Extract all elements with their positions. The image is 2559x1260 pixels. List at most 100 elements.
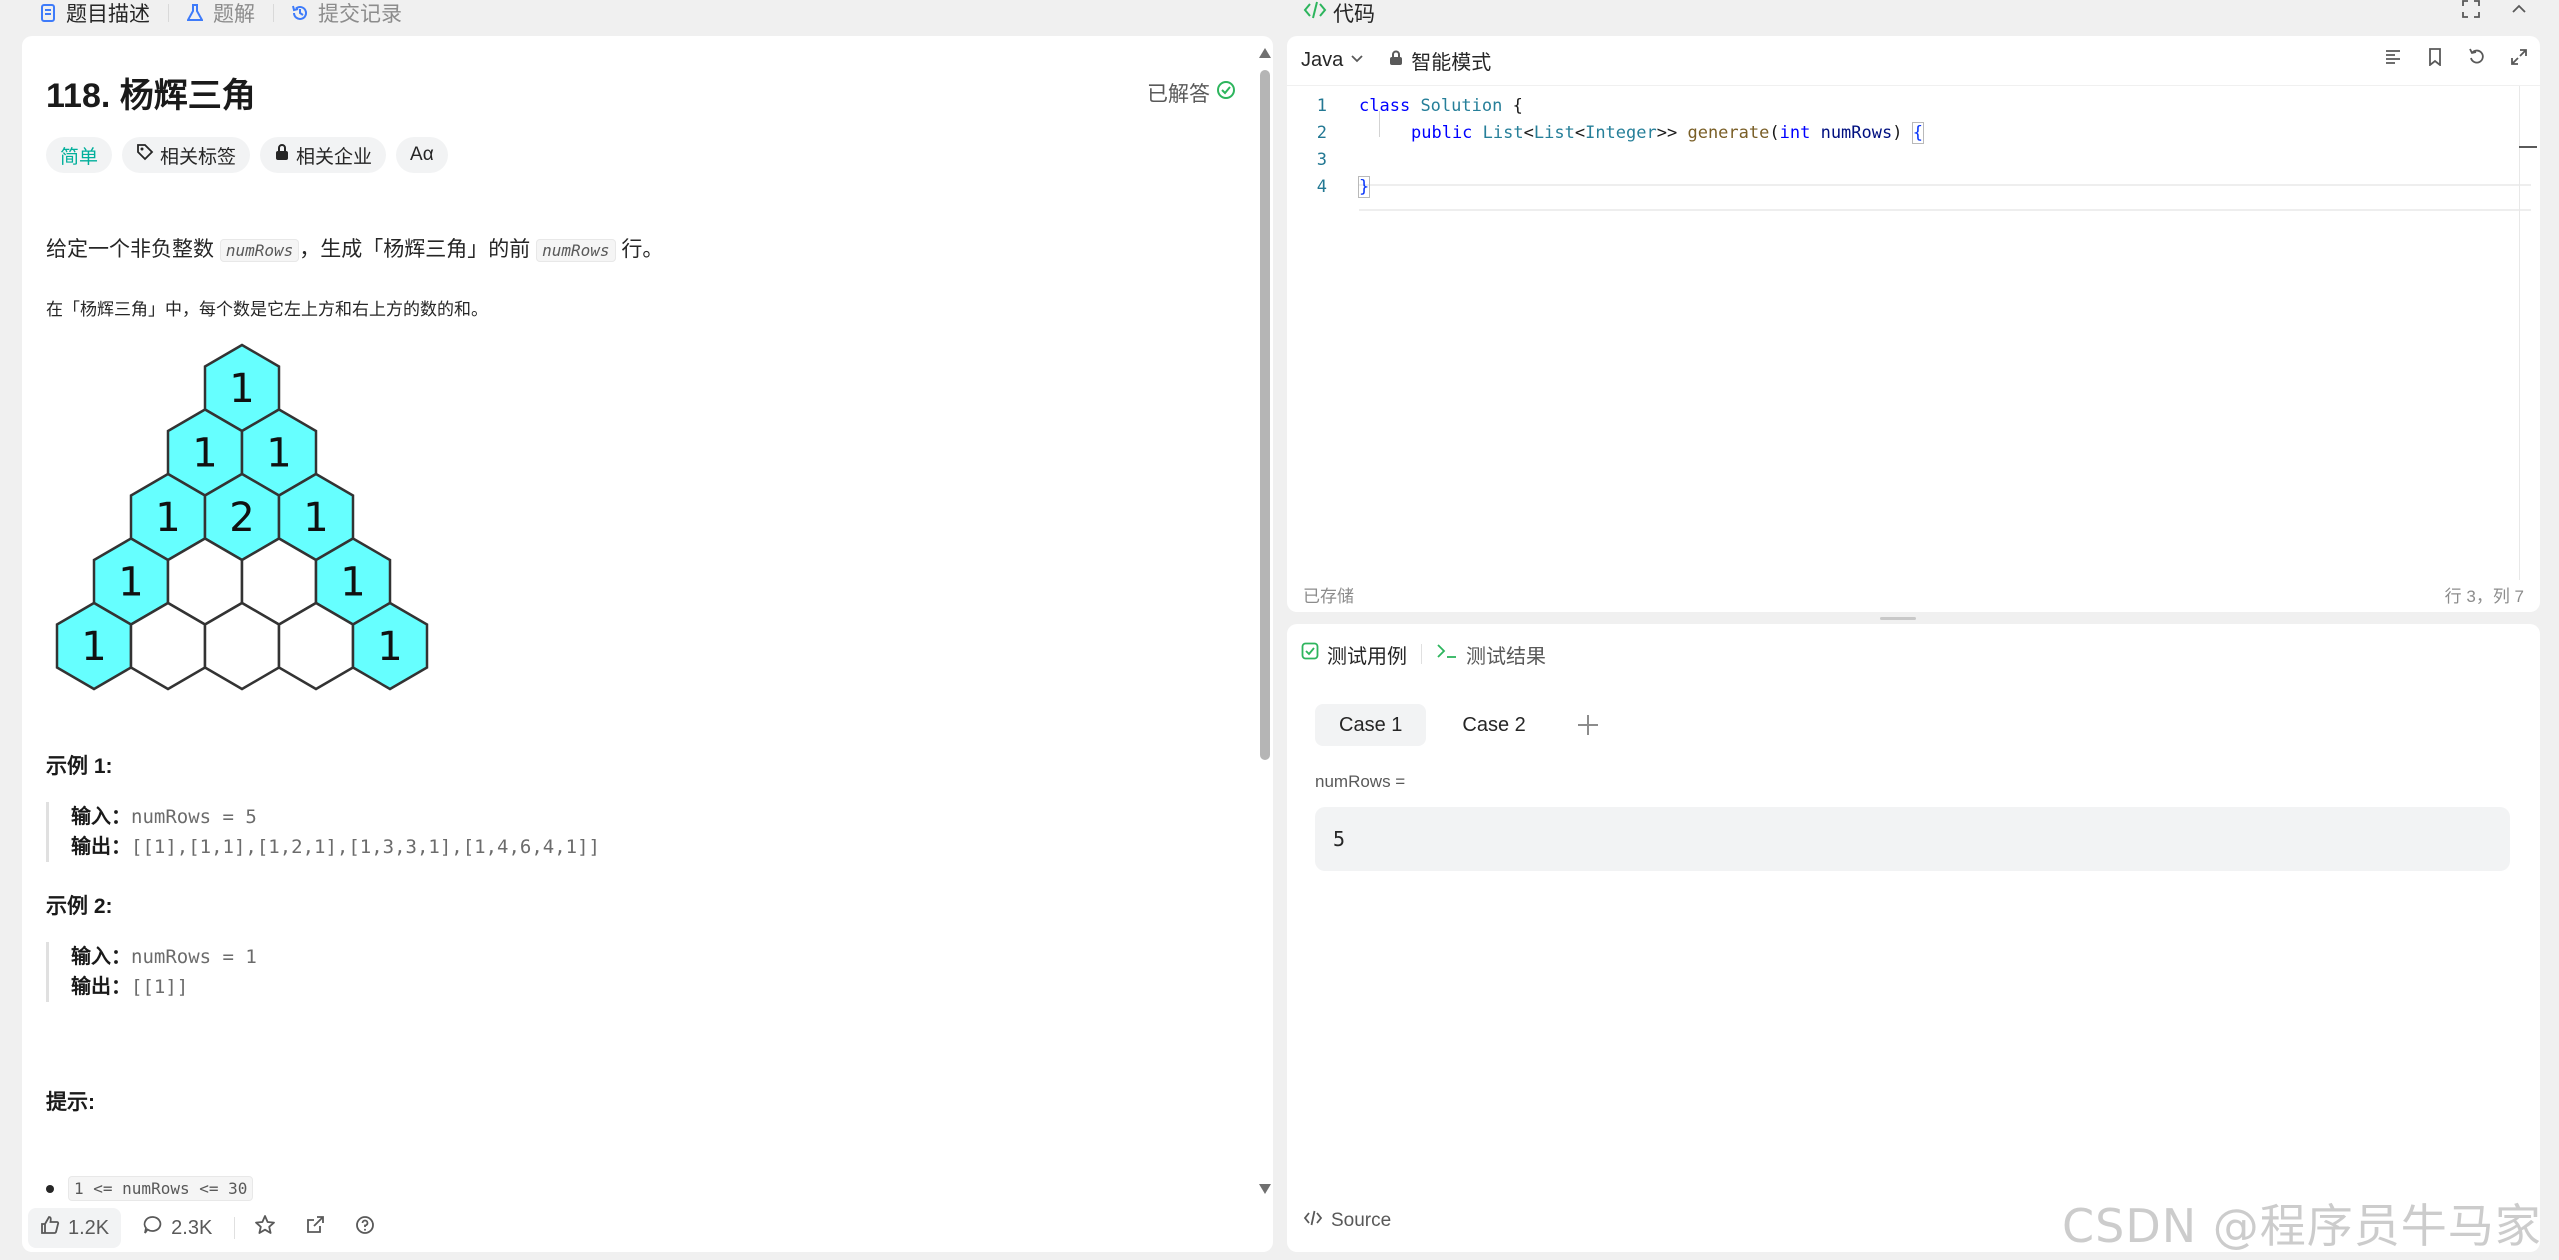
constraint-code: 1 <= numRows <= 30 xyxy=(68,1176,254,1201)
input-label: 输入： xyxy=(71,946,131,968)
topics-tag-label: 相关标签 xyxy=(160,146,237,168)
case-tabs: Case 1 Case 2 xyxy=(1315,704,1600,746)
keyword: class xyxy=(1359,96,1411,116)
triangle-cell-value: 1 xyxy=(266,431,291,477)
hints-title: 提示: xyxy=(46,1091,95,1114)
tab-test-results[interactable]: 测试结果 xyxy=(1422,640,1560,669)
language-select[interactable]: Java xyxy=(1301,49,1365,72)
cursor-position: 行 3，列 7 xyxy=(2444,587,2524,606)
divider xyxy=(234,1217,236,1239)
saved-status: 已存储 xyxy=(1303,587,1354,606)
case-tab[interactable]: Case 2 xyxy=(1438,704,1549,746)
reset-icon[interactable] xyxy=(2466,46,2488,68)
add-case-icon[interactable] xyxy=(1576,713,1600,737)
tab-testcases-label: 测试用例 xyxy=(1327,645,1407,668)
editor-status-bar: 已存储 行 3，列 7 xyxy=(1287,572,2540,612)
parameter: numRows xyxy=(1820,123,1893,143)
editor-scrollbar[interactable] xyxy=(2519,86,2520,580)
angle-bracket: >> xyxy=(1656,123,1678,143)
tab-testcases[interactable]: 测试用例 xyxy=(1287,640,1421,669)
chevron-down-icon xyxy=(1349,49,1365,72)
comments-button[interactable]: 2.3K xyxy=(131,1208,224,1248)
tag-icon xyxy=(136,143,154,167)
tab-test-results-label: 测试结果 xyxy=(1466,645,1546,668)
bookmark-icon[interactable] xyxy=(2424,46,2446,68)
share-icon xyxy=(305,1215,325,1241)
panel-resize-handle[interactable] xyxy=(1880,617,1916,620)
fullscreen-icon[interactable] xyxy=(2462,0,2480,24)
code-editor[interactable]: 1 2 3 4 class Solution { public List<Lis… xyxy=(1287,96,2531,536)
tab-solutions[interactable]: 题解 xyxy=(169,0,273,28)
code-header-actions xyxy=(2462,0,2528,24)
problem-title[interactable]: 118. 杨辉三角 xyxy=(46,68,1236,117)
input-label: 输入： xyxy=(71,806,131,828)
statement-text-1: 给定一个非负整数 xyxy=(46,238,214,261)
smart-mode-label: 智能模式 xyxy=(1411,52,1492,74)
tab-submissions[interactable]: 提交记录 xyxy=(274,0,420,28)
test-tabs: 测试用例 测试结果 xyxy=(1287,624,2540,684)
current-line-highlight xyxy=(1359,184,2531,211)
example-2-output: [[1]] xyxy=(131,976,189,998)
indent-guide xyxy=(1379,111,1380,137)
flask-icon xyxy=(185,3,205,23)
param-input[interactable]: 5 xyxy=(1315,807,2510,871)
scroll-up-arrow-icon[interactable] xyxy=(1259,48,1271,58)
param-label: numRows = xyxy=(1315,772,1406,791)
example-1-block: 输入：numRows = 5 输出：[[1],[1,1],[1,2,1],[1,… xyxy=(46,802,600,862)
code-tab-label: 代码 xyxy=(1333,3,1375,26)
favorite-button[interactable] xyxy=(245,1208,285,1248)
collapse-icon[interactable] xyxy=(2510,0,2528,24)
cursor-marker xyxy=(2519,146,2537,148)
constraint-item: 1 <= numRows <= 30 xyxy=(46,1176,254,1201)
scroll-thumb[interactable] xyxy=(1260,70,1270,760)
tab-description[interactable]: 题目描述 xyxy=(22,0,168,28)
topics-tag-button[interactable]: 相关标签 xyxy=(122,137,251,173)
comment-icon xyxy=(143,1215,163,1241)
case-tab[interactable]: Case 1 xyxy=(1315,704,1427,746)
font-size-button[interactable]: Aα xyxy=(396,137,448,173)
angle-bracket: < xyxy=(1523,123,1534,143)
checkbox-icon xyxy=(1301,642,1319,666)
type: Integer xyxy=(1585,123,1657,143)
watermark: CSDN @程序员牛马家 xyxy=(2062,1199,2542,1253)
solved-status: 已解答 xyxy=(1147,78,1236,108)
source-label: Source xyxy=(1331,1210,1392,1231)
share-button[interactable] xyxy=(295,1208,335,1248)
thumbs-up-icon xyxy=(40,1215,60,1241)
smart-mode-toggle[interactable]: 智能模式 xyxy=(1389,46,1491,75)
scroll-down-arrow-icon[interactable] xyxy=(1259,1184,1271,1194)
format-icon[interactable] xyxy=(2382,46,2404,68)
keyword: int xyxy=(1779,123,1811,143)
pascal-triangle-image: 11 11 2 11 11 1 xyxy=(55,343,429,691)
tab-submissions-label: 提交记录 xyxy=(318,3,402,26)
difficulty-badge[interactable]: 简单 xyxy=(46,137,113,173)
triangle-cell-value: 1 xyxy=(303,495,328,541)
help-button[interactable] xyxy=(345,1208,385,1248)
problem-statement: 给定一个非负整数 numRows ，生成「杨辉三角」的前 numRows 行。 xyxy=(46,234,663,267)
companies-tag-button[interactable]: 相关企业 xyxy=(260,137,387,173)
statement-text-3: 行。 xyxy=(621,238,664,261)
code-line-2: public List<List<Integer>> generate(int … xyxy=(1411,122,1925,144)
example-2-title: 示例 2: xyxy=(46,895,113,918)
like-button[interactable]: 1.2K xyxy=(28,1208,122,1248)
problem-panel: 118. 杨辉三角 已解答 简单 相关标签 相关企业 Aα 给定一个非负整数 n… xyxy=(22,36,1273,1252)
type: List xyxy=(1482,123,1524,143)
code-tab[interactable]: 代码 xyxy=(1303,0,1375,28)
output-label: 输出： xyxy=(71,976,131,998)
brace: { xyxy=(1512,96,1523,116)
triangle-cell-value: 1 xyxy=(229,366,254,412)
problem-tabs: 题目描述 题解 提交记录 xyxy=(22,0,1273,26)
problem-actions-bar: 1.2K 2.3K xyxy=(22,1204,1273,1252)
triangle-cell-value: 1 xyxy=(155,495,180,541)
description-scrollbar[interactable] xyxy=(1256,36,1273,1206)
title-row: 118. 杨辉三角 已解答 xyxy=(46,68,1236,117)
example-1-input: numRows = 5 xyxy=(131,806,257,828)
terminal-icon xyxy=(1436,642,1458,666)
line-number: 1 xyxy=(1316,96,1327,116)
triangle-cell-value: 1 xyxy=(118,560,143,606)
expand-icon[interactable] xyxy=(2508,46,2530,68)
source-button[interactable]: Source xyxy=(1303,1210,1391,1232)
solved-label: 已解答 xyxy=(1147,83,1210,106)
example-1-title: 示例 1: xyxy=(46,755,113,778)
code-brackets-icon xyxy=(1303,1210,1323,1232)
